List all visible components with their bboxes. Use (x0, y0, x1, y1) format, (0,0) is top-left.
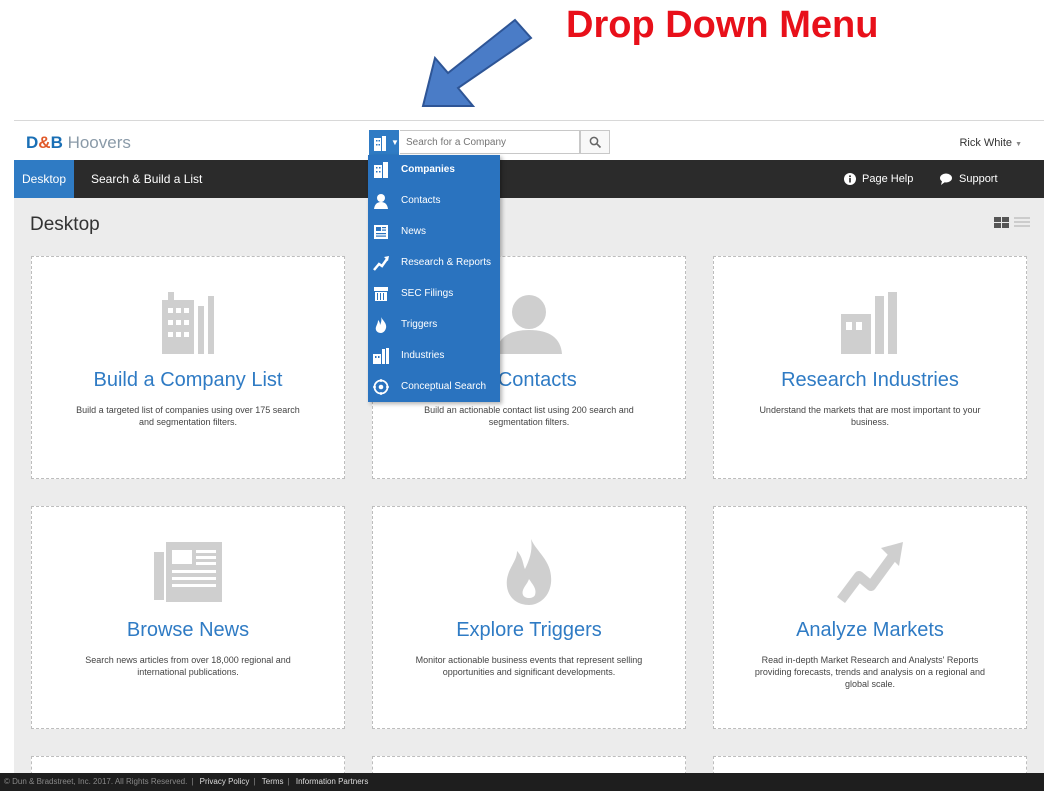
chevron-down-icon: ▼ (391, 138, 399, 147)
card-description: Monitor actionable business events that … (415, 655, 643, 677)
factory-icon (841, 292, 897, 354)
information-partners-link[interactable]: Information Partners (292, 777, 372, 786)
search-type-dropdown-menu: Companies Contacts News Research & Repor… (368, 155, 500, 402)
card-title: Build a Company List (93, 369, 283, 391)
page-title: Desktop (30, 214, 100, 235)
trend-icon (373, 256, 389, 271)
footer: © Dun & Bradstreet, Inc. 2017. All Right… (0, 773, 1044, 791)
target-icon (373, 379, 389, 395)
page-help-link[interactable]: Page Help (844, 160, 913, 198)
card-title: Explore Triggers (456, 619, 602, 641)
dropdown-item-contacts[interactable]: Contacts (368, 186, 500, 216)
grid-view-icon[interactable] (993, 216, 1010, 230)
card-title: Analyze Markets (796, 619, 944, 641)
chevron-down-icon: ▼ (1015, 141, 1022, 148)
callout-arrow (421, 18, 533, 107)
card-explore-triggers[interactable]: Explore Triggers Monitor actionable busi… (372, 506, 686, 729)
person-icon (496, 295, 562, 354)
card-title: Research Industries (781, 369, 959, 391)
user-menu[interactable]: Rick White ▼ (959, 137, 1022, 149)
dropdown-item-triggers[interactable]: Triggers (368, 310, 500, 340)
dropdown-item-sec-filings[interactable]: SEC Filings (368, 279, 500, 309)
info-icon (844, 173, 856, 186)
dropdown-item-research-reports[interactable]: Research & Reports (368, 248, 500, 278)
card-build-company-list[interactable]: Build a Company List Build a targeted li… (31, 256, 345, 479)
main-nav: Desktop Search & Build a List Page Help … (14, 160, 1044, 198)
dropdown-item-news[interactable]: News (368, 217, 500, 247)
tab-search-build-list[interactable]: Search & Build a List (83, 160, 210, 198)
chat-icon (940, 173, 952, 186)
person-icon (374, 194, 388, 209)
factory-icon (373, 348, 389, 364)
list-view-icon[interactable] (1014, 216, 1030, 230)
logo[interactable]: D&B Hoovers (26, 133, 131, 153)
card-research-industries[interactable]: Research Industries Understand the marke… (713, 256, 1027, 479)
search-icon (589, 136, 602, 149)
app-window: D&B Hoovers ▼ Rick White ▼ Desktop Searc… (14, 120, 1044, 791)
newspaper-icon (154, 542, 222, 602)
search-type-dropdown-button[interactable]: ▼ (369, 130, 399, 156)
search-input[interactable] (400, 130, 580, 154)
card-description: Understand the markets that are most imp… (759, 405, 981, 427)
building-icon (374, 136, 386, 151)
card-browse-news[interactable]: Browse News Search news articles from ov… (31, 506, 345, 729)
flame-icon (375, 317, 387, 333)
card-description: Read in-depth Market Research and Analys… (754, 655, 986, 689)
tab-desktop[interactable]: Desktop (14, 160, 75, 198)
card-description: Build an actionable contact list using 2… (424, 405, 634, 427)
top-bar: D&B Hoovers ▼ Rick White ▼ (14, 120, 1044, 161)
view-toggle (993, 216, 1030, 235)
support-link[interactable]: Support (939, 160, 998, 198)
terms-link[interactable]: Terms (258, 777, 288, 786)
dropdown-item-conceptual-search[interactable]: Conceptual Search (368, 372, 500, 402)
trend-icon (837, 542, 903, 603)
filings-icon (374, 287, 388, 301)
newspaper-icon (374, 225, 388, 239)
card-description: Search news articles from over 18,000 re… (85, 655, 291, 677)
copyright-text: © Dun & Bradstreet, Inc. 2017. All Right… (4, 777, 188, 786)
flame-icon (506, 539, 552, 605)
callout-label: Drop Down Menu (566, 4, 879, 46)
privacy-policy-link[interactable]: Privacy Policy (196, 777, 254, 786)
building-icon (374, 162, 388, 178)
card-description: Build a targeted list of companies using… (76, 405, 300, 427)
dropdown-item-industries[interactable]: Industries (368, 341, 500, 371)
dropdown-item-companies[interactable]: Companies (368, 155, 500, 185)
building-icon (162, 292, 214, 354)
card-analyze-markets[interactable]: Analyze Markets Read in-depth Market Res… (713, 506, 1027, 729)
search-button[interactable] (580, 130, 610, 154)
card-title: Browse News (126, 619, 250, 641)
